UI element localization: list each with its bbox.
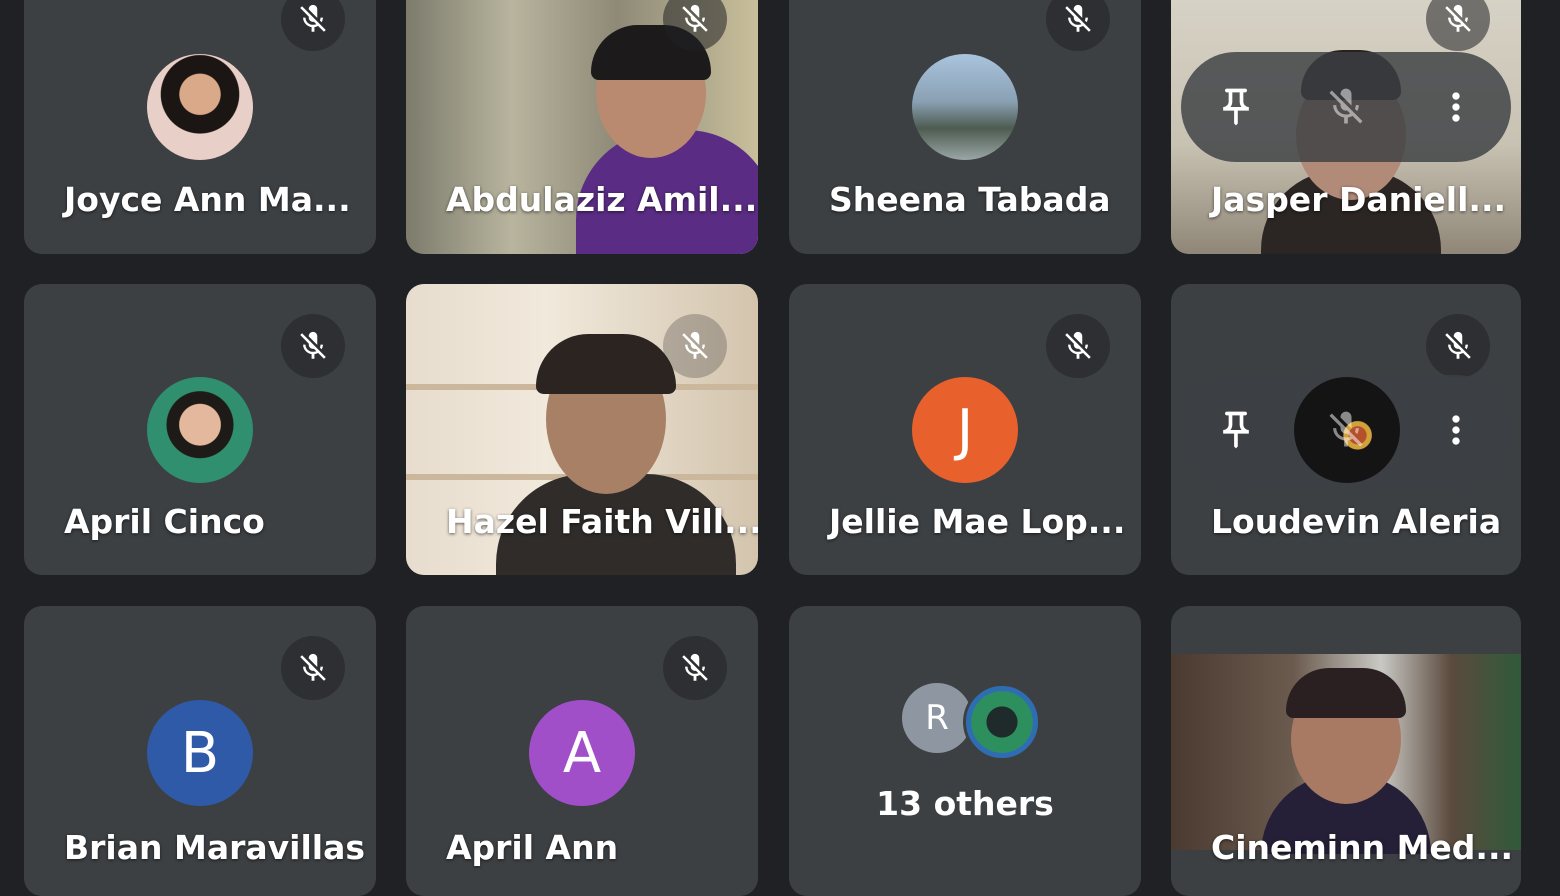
avatar-others-initial: R (902, 683, 972, 753)
participant-tile-joyce[interactable]: Joyce Ann Ma... (24, 0, 376, 254)
participant-tile-abdulaziz[interactable]: Abdulaziz Amil... (406, 0, 758, 254)
avatar-others-photo (963, 683, 1041, 761)
participant-tile-loudevin[interactable]: Loudevin Aleria (1171, 284, 1521, 575)
avatar (912, 54, 1018, 160)
avatar (147, 54, 253, 160)
participant-name: Loudevin Aleria (1211, 502, 1502, 541)
more-vert-icon[interactable] (1429, 403, 1483, 457)
participant-name: Jasper Daniell... (1211, 180, 1507, 219)
mic-off-icon (663, 314, 727, 378)
avatar: J (912, 377, 1018, 483)
participant-name: Brian Maravillas (64, 828, 365, 867)
mic-off-icon (281, 314, 345, 378)
avatar (147, 377, 253, 483)
others-tile[interactable]: R 13 others (789, 606, 1141, 896)
mic-off-icon (281, 0, 345, 51)
tile-controls-bar (1181, 52, 1511, 162)
pin-icon[interactable] (1209, 403, 1263, 457)
pin-icon[interactable] (1209, 80, 1263, 134)
participant-name: April Cinco (64, 502, 265, 541)
participant-name: Abdulaziz Amil... (446, 180, 758, 219)
mic-off-icon (1046, 314, 1110, 378)
participant-name: Hazel Faith Vill... (446, 502, 758, 541)
mic-off-icon (1426, 314, 1490, 378)
avatar: A (529, 700, 635, 806)
mic-off-icon[interactable] (1319, 403, 1373, 457)
more-vert-icon[interactable] (1429, 80, 1483, 134)
participant-tile-jellie[interactable]: J Jellie Mae Lop... (789, 284, 1141, 575)
participant-tile-brian[interactable]: B Brian Maravillas (24, 606, 376, 896)
participant-name: Jellie Mae Lop... (829, 502, 1126, 541)
tile-controls-bar (1181, 375, 1511, 485)
participant-tile-sheena[interactable]: Sheena Tabada (789, 0, 1141, 254)
participant-tile-hazel[interactable]: Hazel Faith Vill... (406, 284, 758, 575)
participant-name: April Ann (446, 828, 619, 867)
participant-name: Sheena Tabada (829, 180, 1111, 219)
mic-off-icon (281, 636, 345, 700)
mic-off-icon (1046, 0, 1110, 51)
video-feed (1171, 654, 1521, 854)
participant-tile-april-cinco[interactable]: April Cinco (24, 284, 376, 575)
participant-name: Cineminn Med... (1211, 828, 1514, 867)
participant-tile-jasper[interactable]: Jasper Daniell... (1171, 0, 1521, 254)
mic-off-icon (663, 636, 727, 700)
participant-tile-april-ann[interactable]: A April Ann (406, 606, 758, 896)
participant-tile-cineminn[interactable]: Cineminn Med... (1171, 606, 1521, 896)
others-count: 13 others (876, 784, 1054, 823)
mic-off-icon[interactable] (1319, 80, 1373, 134)
participant-name: Joyce Ann Ma... (64, 180, 351, 219)
avatar: B (147, 700, 253, 806)
